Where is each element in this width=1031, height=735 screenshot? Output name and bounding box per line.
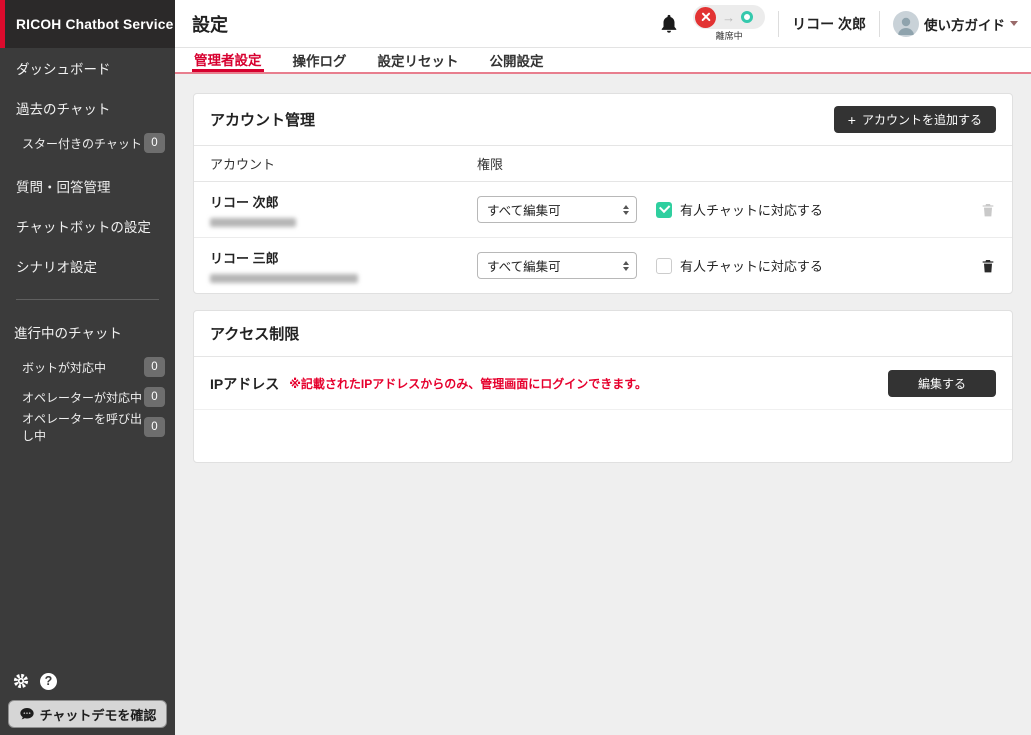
usage-guide-menu[interactable]: 使い方ガイド: [893, 11, 1018, 37]
count-badge: 0: [144, 133, 165, 153]
sidebar-item-operator-calling[interactable]: オペレーターを呼び出し中 0: [0, 412, 175, 442]
account-card-title: アカウント管理: [210, 109, 315, 130]
select-arrows-icon: [623, 261, 629, 271]
status-online-icon: [741, 11, 753, 23]
redacted-email: [210, 274, 358, 283]
speech-bubble-icon: [19, 706, 35, 722]
select-arrows-icon: [623, 205, 629, 215]
ip-address-note: ※記載されたIPアドレスからのみ、管理画面にログインできます。: [289, 375, 647, 392]
sidebar-item-label: チャットボットの設定: [16, 216, 151, 236]
notification-bell-icon[interactable]: [658, 12, 680, 36]
sidebar-item-chatbot-settings[interactable]: チャットボットの設定: [0, 206, 175, 246]
count-badge: 0: [144, 417, 165, 437]
status-away-icon: [695, 7, 716, 28]
human-chat-checkbox-row2[interactable]: 有人チャットに対応する: [656, 256, 823, 275]
permission-selected-value: すべて編集可: [487, 256, 561, 275]
add-account-button[interactable]: + アカウントを追加する: [834, 106, 996, 133]
chat-demo-button[interactable]: チャットデモを確認: [8, 700, 167, 728]
delete-account-icon[interactable]: [980, 257, 996, 275]
help-icon[interactable]: ?: [40, 673, 57, 690]
count-badge: 0: [144, 387, 165, 407]
presence-toggle[interactable]: → 離席中: [693, 5, 765, 42]
section-title-label: 進行中のチャット: [14, 322, 122, 342]
sidebar-divider: [16, 299, 159, 300]
page-title: 設定: [175, 11, 228, 37]
arrow-right-icon: →: [722, 11, 735, 24]
column-permission: 権限: [477, 154, 503, 173]
add-account-button-label: アカウントを追加する: [862, 111, 982, 128]
sidebar-item-operator-handling[interactable]: オペレーターが対応中 0: [0, 382, 175, 412]
sidebar-item-label: シナリオ設定: [16, 256, 97, 276]
human-chat-checkbox-label: 有人チャットに対応する: [680, 200, 823, 219]
header: 設定 → 離席中 リコー 次郎: [175, 0, 1031, 48]
checkbox-unchecked-icon: [656, 258, 672, 274]
app-logo: RICOH Chatbot Service: [0, 0, 175, 48]
tab-settings-reset[interactable]: 設定リセット: [376, 48, 461, 72]
chevron-down-icon: [1010, 21, 1018, 26]
tab-operation-log[interactable]: 操作ログ: [291, 48, 349, 72]
delete-account-icon[interactable]: [980, 201, 996, 219]
human-chat-checkbox-row1[interactable]: 有人チャットに対応する: [656, 200, 823, 219]
usage-guide-label: 使い方ガイド: [924, 14, 1005, 34]
chat-demo-button-label: チャットデモを確認: [40, 705, 157, 724]
account-management-card: アカウント管理 + アカウントを追加する アカウント 権限 リコー 次郎 すべて…: [193, 93, 1013, 294]
sidebar: RICOH Chatbot Service ダッシュボード 過去のチャット スタ…: [0, 0, 175, 735]
settings-tabbar: 管理者設定 操作ログ 設定リセット 公開設定: [175, 48, 1031, 74]
access-card-title: アクセス制限: [210, 323, 299, 344]
sidebar-item-qa-management[interactable]: 質問・回答管理: [0, 166, 175, 206]
account-row-2: リコー 三郎 すべて編集可 有人チャットに対応する: [194, 238, 1012, 293]
human-chat-checkbox-label: 有人チャットに対応する: [680, 256, 823, 275]
sidebar-item-bot-handling[interactable]: ボットが対応中 0: [0, 352, 175, 382]
access-restriction-card: アクセス制限 IPアドレス ※記載されたIPアドレスからのみ、管理画面にログイン…: [193, 310, 1013, 463]
account-row-1: リコー 次郎 すべて編集可 有人チャットに対応する: [194, 182, 1012, 238]
permission-selected-value: すべて編集可: [487, 200, 561, 219]
presence-status-label: 離席中: [693, 29, 765, 42]
sidebar-item-dashboard[interactable]: ダッシュボード: [0, 48, 175, 88]
tab-admin-settings[interactable]: 管理者設定: [192, 48, 264, 72]
account-name: リコー 三郎: [210, 248, 477, 267]
settings-gear-icon[interactable]: [12, 672, 30, 690]
tab-publish-settings[interactable]: 公開設定: [488, 48, 546, 72]
sidebar-item-label: スター付きのチャット: [22, 135, 142, 152]
user-name: リコー 次郎: [792, 14, 866, 34]
sidebar-item-label: オペレーターが対応中: [22, 389, 142, 406]
sidebar-section-ongoing-chats[interactable]: 進行中のチャット: [0, 312, 175, 352]
sidebar-item-label: 過去のチャット: [16, 98, 110, 118]
access-card-empty-area: [194, 410, 1012, 462]
account-name: リコー 次郎: [210, 192, 477, 211]
sidebar-footer: ? チャットデモを確認: [0, 672, 175, 728]
tab-label: 管理者設定: [194, 49, 262, 69]
sidebar-item-label: 質問・回答管理: [16, 176, 111, 196]
redacted-email: [210, 218, 296, 227]
sidebar-item-past-chats[interactable]: 過去のチャット: [0, 88, 175, 128]
sidebar-nav: ダッシュボード 過去のチャット スター付きのチャット 0 質問・回答管理 チャッ…: [0, 48, 175, 442]
sidebar-item-label: ボットが対応中: [22, 359, 106, 376]
count-badge: 0: [144, 357, 165, 377]
sidebar-item-starred-chats[interactable]: スター付きのチャット 0: [0, 128, 175, 158]
account-table-header: アカウント 権限: [194, 146, 1012, 182]
sidebar-item-label: ダッシュボード: [16, 58, 111, 78]
app-window: RICOH Chatbot Service ダッシュボード 過去のチャット スタ…: [0, 0, 1031, 735]
plus-icon: +: [848, 113, 856, 127]
header-divider: [879, 11, 880, 37]
ip-address-row: IPアドレス ※記載されたIPアドレスからのみ、管理画面にログインできます。 編…: [194, 357, 1012, 410]
edit-ip-button-label: 編集する: [918, 375, 966, 392]
sidebar-item-label: オペレーターを呼び出し中: [22, 410, 144, 444]
tab-label: 公開設定: [490, 50, 544, 70]
column-account: アカウント: [210, 154, 477, 173]
edit-ip-button[interactable]: 編集する: [888, 370, 996, 397]
avatar: [893, 11, 919, 37]
checkbox-checked-icon: [656, 202, 672, 218]
permission-select[interactable]: すべて編集可: [477, 252, 637, 279]
ip-address-label: IPアドレス: [210, 374, 279, 394]
header-divider: [778, 11, 779, 37]
tab-label: 操作ログ: [293, 50, 347, 70]
main-content: アカウント管理 + アカウントを追加する アカウント 権限 リコー 次郎 すべて…: [175, 76, 1031, 735]
tab-label: 設定リセット: [378, 50, 459, 70]
sidebar-item-scenario-settings[interactable]: シナリオ設定: [0, 246, 175, 286]
permission-select[interactable]: すべて編集可: [477, 196, 637, 223]
